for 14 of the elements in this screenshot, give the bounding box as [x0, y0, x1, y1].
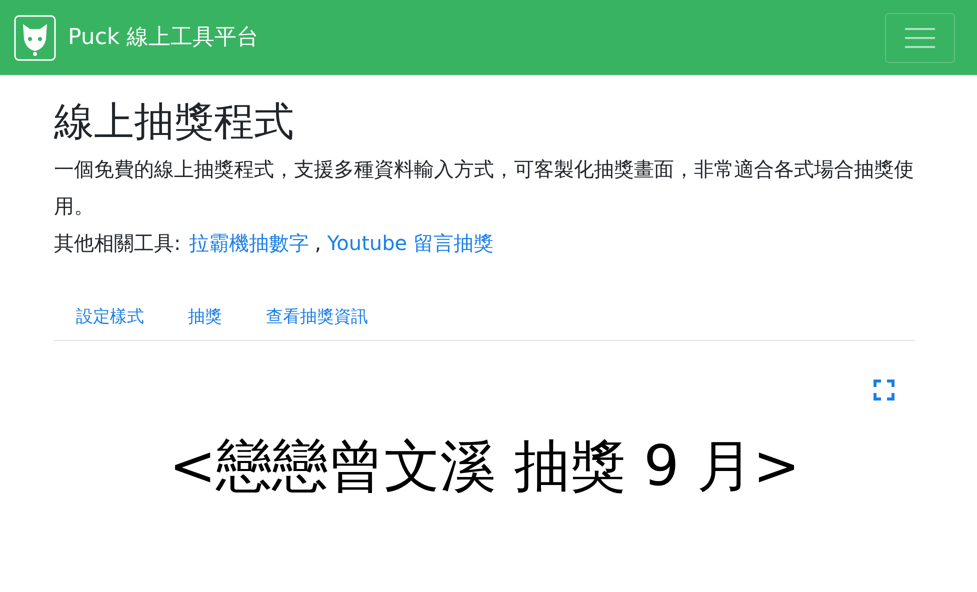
page-description: 一個免費的線上抽獎程式，支援多種資料輸入方式，可客製化抽獎畫面，非常適合各式場合抽獎使用。: [54, 156, 915, 220]
menu-toggle-button[interactable]: [885, 12, 955, 62]
tool-link[interactable]: Youtube 留言抽獎: [327, 225, 494, 262]
draw-title: <戀戀曾文溪 抽獎 9 月>: [168, 432, 801, 500]
tool-link[interactable]: 拉霸機抽數字: [188, 225, 309, 262]
separator-text: ,: [314, 230, 322, 257]
tab[interactable]: 設定樣式: [54, 296, 166, 340]
tab[interactable]: 抽獎: [166, 296, 244, 340]
brand-link[interactable]: Puck 線上工具平台: [68, 21, 259, 54]
cat-logo-icon[interactable]: [14, 14, 56, 60]
related-tools-label: 其他相關工具:: [54, 230, 181, 257]
tab[interactable]: 查看抽獎資訊: [244, 296, 390, 340]
fullscreen-icon[interactable]: [873, 378, 895, 400]
page-title: 線上抽獎程式: [54, 98, 295, 147]
